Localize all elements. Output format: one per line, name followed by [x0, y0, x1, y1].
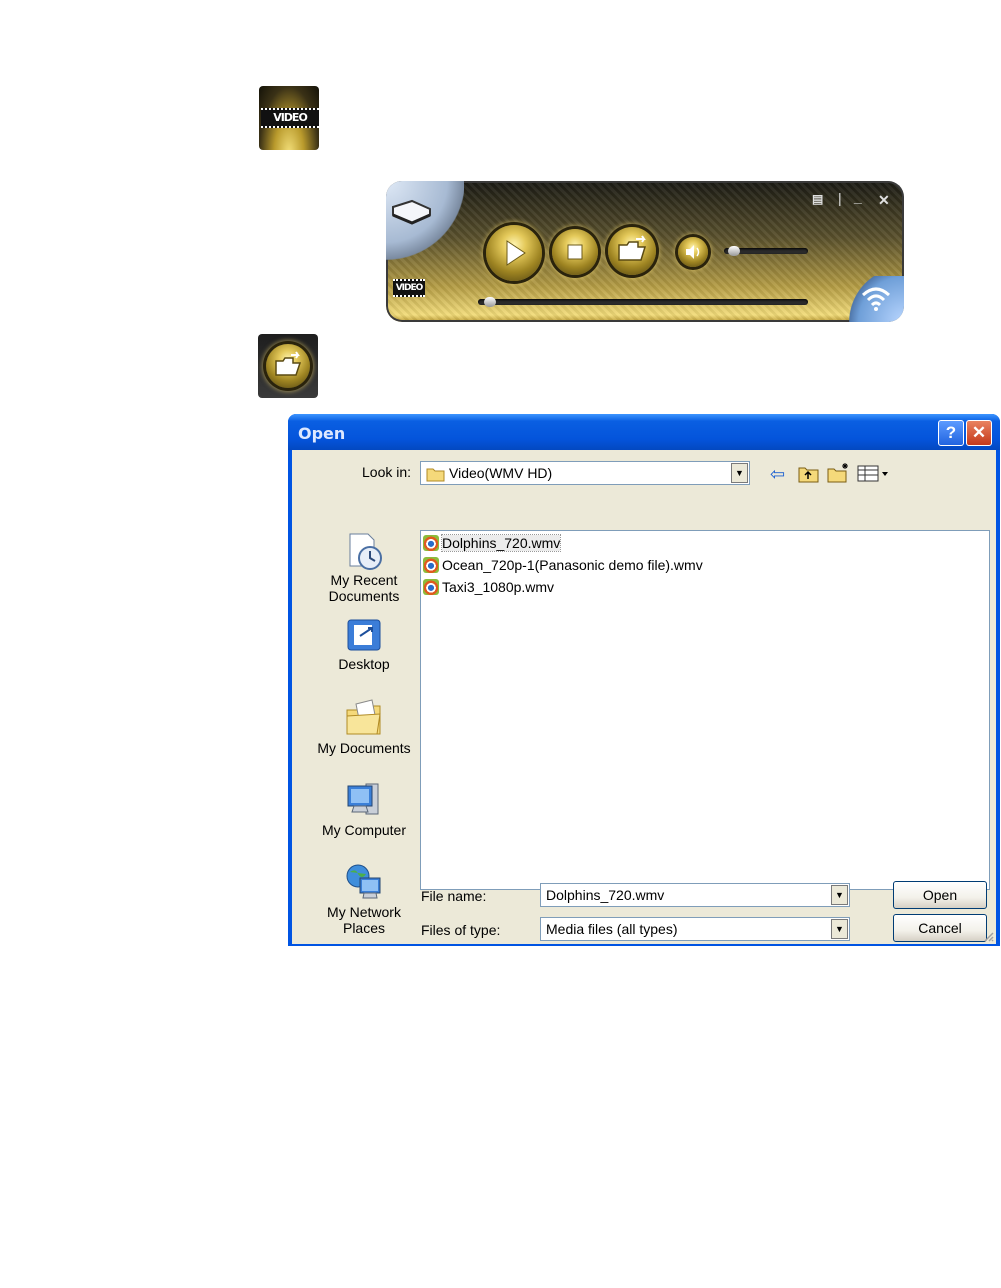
place-label: Places	[342, 920, 386, 936]
video-mode-tile: VIDEO	[259, 86, 319, 150]
place-desktop[interactable]: Desktop	[308, 618, 420, 672]
file-item-name: Dolphins_720.wmv	[440, 534, 562, 552]
file-item[interactable]: Taxi3_1080p.wmv	[423, 579, 554, 599]
stop-icon	[567, 244, 583, 260]
file-item-name: Ocean_720p-1(Panasonic demo file).wmv	[442, 557, 703, 573]
dialog-title-bar[interactable]: Open ? ✕	[288, 414, 1000, 450]
open-button[interactable]: Open	[893, 881, 987, 909]
dialog-title: Open	[298, 424, 346, 443]
file-name-field[interactable]: Dolphins_720.wmv ▼	[540, 883, 850, 907]
media-player: ▤ | _ ✕ VIDEO	[386, 181, 904, 322]
place-label: Desktop	[338, 656, 390, 672]
player-close-button[interactable]: ✕	[878, 192, 890, 209]
projector-icon	[392, 199, 431, 225]
file-name-label: File name:	[421, 888, 487, 904]
place-label: My Network	[327, 904, 401, 920]
view-menu-icon[interactable]	[857, 464, 891, 484]
play-icon	[506, 240, 526, 266]
new-folder-icon[interactable]	[827, 462, 851, 484]
my-network-places-icon	[346, 864, 381, 899]
seek-bar-knob[interactable]	[484, 297, 496, 307]
back-icon[interactable]: ⇦	[770, 464, 785, 485]
my-documents-icon	[346, 699, 381, 735]
place-label: My Computer	[321, 822, 407, 838]
place-my-documents[interactable]: My Documents	[308, 698, 420, 756]
help-button[interactable]: ?	[938, 420, 964, 446]
look-in-label: Look in:	[362, 464, 412, 480]
open-dialog: Open ? ✕ Look in: Video(WMV HD) ▼ ⇦ My R…	[288, 414, 1000, 946]
media-file-icon	[423, 579, 439, 595]
dialog-body: Look in: Video(WMV HD) ▼ ⇦ My Recent Doc…	[292, 450, 996, 944]
open-file-button[interactable]	[608, 227, 656, 275]
volume-slider-knob[interactable]	[728, 246, 740, 256]
open-folder-icon	[275, 351, 302, 376]
file-list[interactable]: Dolphins_720.wmv Ocean_720p-1(Panasonic …	[420, 530, 990, 890]
recent-documents-icon	[349, 533, 382, 570]
volume-slider[interactable]	[724, 246, 808, 256]
place-my-recent-documents[interactable]: My Recent Documents	[308, 530, 420, 604]
file-item[interactable]: Dolphins_720.wmv	[423, 534, 562, 555]
place-my-computer[interactable]: My Computer	[308, 780, 420, 838]
stop-button[interactable]	[552, 229, 598, 275]
open-button-tile	[258, 334, 318, 398]
file-item[interactable]: Ocean_720p-1(Panasonic demo file).wmv	[423, 557, 703, 577]
look-in-value: Video(WMV HD)	[449, 465, 553, 481]
cancel-button[interactable]: Cancel	[893, 914, 987, 942]
chevron-down-icon[interactable]: ▼	[731, 463, 748, 483]
speaker-icon	[686, 245, 700, 259]
close-button[interactable]: ✕	[966, 420, 992, 446]
file-type-label: Files of type:	[421, 922, 501, 938]
player-menu-icon[interactable]: ▤	[812, 192, 823, 206]
chevron-down-icon[interactable]: ▼	[831, 885, 848, 905]
open-folder-icon	[618, 235, 647, 261]
media-file-icon	[423, 535, 439, 551]
place-label: My Recent	[330, 572, 398, 588]
video-tag-label: VIDEO	[261, 108, 319, 128]
chevron-down-icon[interactable]: ▼	[831, 919, 848, 939]
file-type-dropdown[interactable]: Media files (all types) ▼	[540, 917, 850, 941]
folder-icon	[426, 468, 445, 482]
player-video-tag: VIDEO	[393, 279, 425, 297]
open-file-icon-button	[266, 344, 310, 388]
place-label: My Documents	[317, 740, 411, 756]
volume-button[interactable]	[678, 237, 708, 267]
my-computer-icon	[347, 783, 379, 815]
media-file-icon	[423, 557, 439, 573]
player-separator: |	[838, 190, 842, 206]
resize-grip-icon[interactable]	[982, 930, 994, 942]
seek-bar[interactable]	[478, 297, 808, 307]
file-type-value: Media files (all types)	[546, 921, 678, 937]
place-label: Documents	[328, 588, 400, 604]
wifi-icon[interactable]	[859, 283, 893, 313]
file-item-name: Taxi3_1080p.wmv	[442, 579, 555, 595]
look-in-dropdown[interactable]: Video(WMV HD) ▼	[420, 461, 750, 485]
player-minimize-button[interactable]: _	[854, 189, 862, 205]
file-name-value: Dolphins_720.wmv	[546, 887, 665, 903]
desktop-icon	[347, 619, 381, 651]
up-folder-icon[interactable]	[798, 464, 820, 484]
play-button[interactable]	[486, 225, 542, 281]
place-my-network-places[interactable]: My Network Places	[308, 862, 420, 936]
